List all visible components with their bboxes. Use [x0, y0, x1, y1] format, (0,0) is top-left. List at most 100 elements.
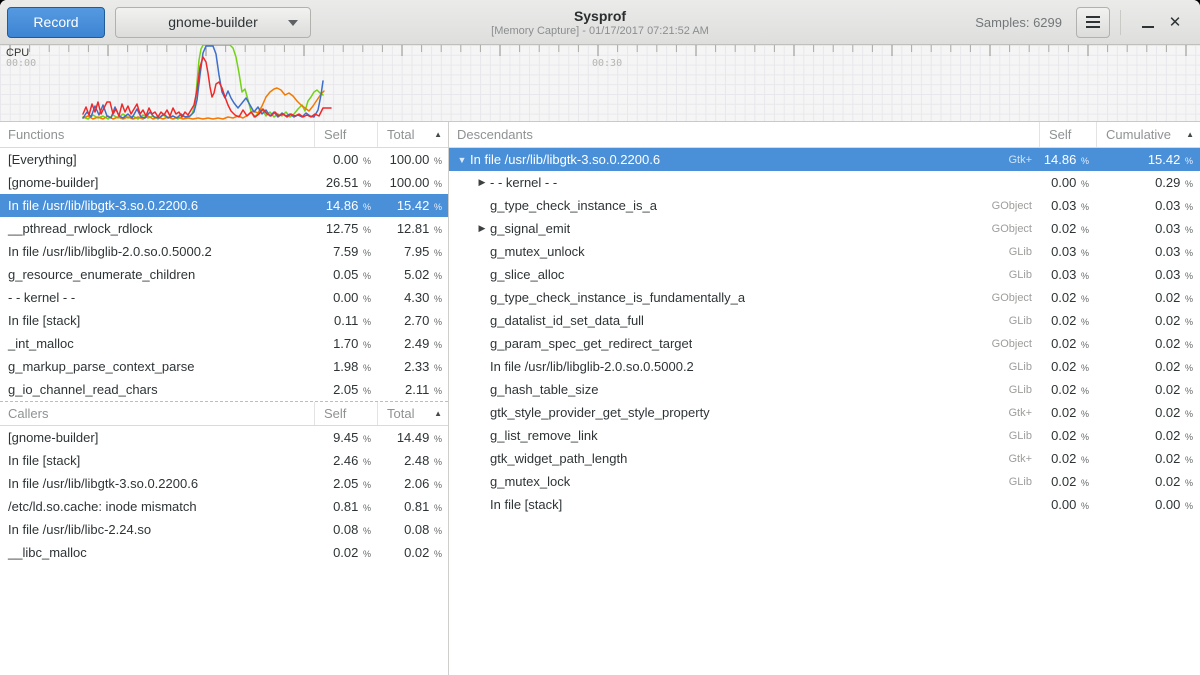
- functions-row[interactable]: - - kernel - -0.00 %4.30 %: [0, 286, 448, 309]
- library-category-label: GLib: [1009, 315, 1040, 327]
- functions-table-header: Functions Self Total ▲: [0, 122, 448, 148]
- callers-row[interactable]: In file /usr/lib/libc-2.24.so0.08 %0.08 …: [0, 518, 448, 541]
- self-percent: 1.98 %: [315, 359, 378, 374]
- percent-sign: %: [363, 526, 371, 536]
- self-percent: 0.02 %: [1040, 359, 1097, 374]
- functions-row[interactable]: _int_malloc1.70 %2.49 %: [0, 332, 448, 355]
- target-dropdown-label: gnome-builder: [168, 14, 258, 30]
- descendants-row[interactable]: ▶- - kernel - -0.00 %0.29 %: [449, 171, 1200, 194]
- descendants-row[interactable]: gtk_widget_path_lengthGtk+0.02 %0.02 %: [449, 447, 1200, 470]
- callers-row[interactable]: __libc_malloc0.02 %0.02 %: [0, 541, 448, 564]
- descendants-row[interactable]: g_type_check_instance_is_aGObject0.03 %0…: [449, 194, 1200, 217]
- functions-row[interactable]: [gnome-builder]26.51 %100.00 %: [0, 171, 448, 194]
- sort-ascending-icon: ▲: [434, 130, 442, 139]
- library-category-label: GLib: [1009, 246, 1040, 258]
- callers-row[interactable]: In file [stack]2.46 %2.48 %: [0, 449, 448, 472]
- functions-row[interactable]: In file [stack]0.11 %2.70 %: [0, 309, 448, 332]
- percent-sign: %: [363, 156, 371, 166]
- self-percent: 0.02 %: [1040, 221, 1097, 236]
- percent-sign: %: [1081, 432, 1089, 442]
- total-percent: 4.30 %: [378, 290, 448, 305]
- total-percent: 2.06 %: [378, 476, 448, 491]
- function-name: g_type_check_instance_is_fundamentally_a: [490, 290, 745, 305]
- descendants-column-header[interactable]: Descendants: [449, 122, 1040, 147]
- functions-total-column-header[interactable]: Total ▲: [378, 122, 448, 147]
- expander-closed-icon[interactable]: ▶: [474, 223, 490, 234]
- cumulative-percent: 0.29 %: [1097, 175, 1200, 190]
- callers-row[interactable]: [gnome-builder]9.45 %14.49 %: [0, 426, 448, 449]
- cpu-timeline-graph[interactable]: CPU 00:0000:30: [0, 45, 1200, 122]
- window-subtitle: [Memory Capture] - 01/17/2017 07:21:52 A…: [491, 24, 709, 38]
- percent-sign: %: [1185, 294, 1193, 304]
- descendants-row[interactable]: g_slice_allocGLib0.03 %0.03 %: [449, 263, 1200, 286]
- self-percent: 9.45 %: [315, 430, 378, 445]
- functions-row[interactable]: g_resource_enumerate_children0.05 %5.02 …: [0, 263, 448, 286]
- hamburger-icon: [1086, 16, 1100, 18]
- record-button[interactable]: Record: [7, 7, 105, 38]
- close-button[interactable]: ✕: [1163, 7, 1193, 37]
- function-name: __libc_malloc: [0, 545, 315, 560]
- self-percent: 0.02 %: [1040, 313, 1097, 328]
- self-percent: 12.75 %: [315, 221, 378, 236]
- percent-sign: %: [1185, 432, 1193, 442]
- function-name: In file [stack]: [0, 313, 315, 328]
- function-name: gtk_style_provider_get_style_property: [490, 405, 710, 420]
- minimize-button[interactable]: [1133, 7, 1163, 37]
- function-name: [gnome-builder]: [0, 175, 315, 190]
- total-percent: 0.81 %: [378, 499, 448, 514]
- descendants-self-column-header[interactable]: Self: [1040, 122, 1097, 147]
- function-name: In file /usr/lib/libgtk-3.so.0.2200.6: [0, 476, 315, 491]
- total-percent: 15.42 %: [378, 198, 448, 213]
- descendants-row[interactable]: g_type_check_instance_is_fundamentally_a…: [449, 286, 1200, 309]
- callers-table-header: Callers Self Total ▲: [0, 402, 448, 426]
- descendants-row[interactable]: gtk_style_provider_get_style_propertyGtk…: [449, 401, 1200, 424]
- functions-row[interactable]: In file /usr/lib/libgtk-3.so.0.2200.614.…: [0, 194, 448, 217]
- callers-total-column-header[interactable]: Total ▲: [378, 402, 448, 425]
- self-percent: 0.02 %: [1040, 451, 1097, 466]
- total-percent: 2.70 %: [378, 313, 448, 328]
- target-dropdown[interactable]: gnome-builder: [115, 7, 311, 38]
- percent-sign: %: [1081, 179, 1089, 189]
- total-percent: 2.33 %: [378, 359, 448, 374]
- cumulative-percent: 0.03 %: [1097, 244, 1200, 259]
- descendants-row[interactable]: In file [stack]0.00 %0.00 %: [449, 493, 1200, 516]
- percent-sign: %: [363, 503, 371, 513]
- descendants-row[interactable]: In file /usr/lib/libglib-2.0.so.0.5000.2…: [449, 355, 1200, 378]
- callers-self-column-header[interactable]: Self: [315, 402, 378, 425]
- functions-row[interactable]: [Everything]0.00 %100.00 %: [0, 148, 448, 171]
- percent-sign: %: [363, 340, 371, 350]
- functions-self-column-header[interactable]: Self: [315, 122, 378, 147]
- function-name: g_hash_table_size: [490, 382, 598, 397]
- functions-row[interactable]: In file /usr/lib/libglib-2.0.so.0.5000.2…: [0, 240, 448, 263]
- functions-row[interactable]: __pthread_rwlock_rdlock12.75 %12.81 %: [0, 217, 448, 240]
- expander-open-icon[interactable]: ▼: [454, 155, 470, 165]
- callers-row[interactable]: In file /usr/lib/libgtk-3.so.0.2200.6 2.0…: [0, 472, 448, 495]
- descendants-row[interactable]: ▶g_signal_emitGObject0.02 %0.03 %: [449, 217, 1200, 240]
- percent-sign: %: [434, 271, 442, 281]
- descendants-row[interactable]: ▼In file /usr/lib/libgtk-3.so.0.2200.6Gt…: [449, 148, 1200, 171]
- menu-button[interactable]: [1076, 7, 1110, 38]
- self-percent: 2.46 %: [315, 453, 378, 468]
- percent-sign: %: [1081, 363, 1089, 373]
- expander-closed-icon[interactable]: ▶: [474, 177, 490, 188]
- descendants-row[interactable]: g_list_remove_linkGLib0.02 %0.02 %: [449, 424, 1200, 447]
- cumulative-percent: 0.02 %: [1097, 313, 1200, 328]
- function-name: In file [stack]: [490, 497, 562, 512]
- descendants-row[interactable]: g_param_spec_get_redirect_targetGObject0…: [449, 332, 1200, 355]
- callers-row[interactable]: /etc/ld.so.cache: inode mismatch0.81 %0.…: [0, 495, 448, 518]
- functions-row[interactable]: g_io_channel_read_chars2.05 %2.11 %: [0, 378, 448, 401]
- total-percent: 7.95 %: [378, 244, 448, 259]
- descendants-row[interactable]: g_hash_table_sizeGLib0.02 %0.02 %: [449, 378, 1200, 401]
- descendants-row[interactable]: g_mutex_unlockGLib0.03 %0.03 %: [449, 240, 1200, 263]
- percent-sign: %: [1081, 455, 1089, 465]
- percent-sign: %: [363, 480, 371, 490]
- descendants-cumulative-column-header[interactable]: Cumulative ▲: [1097, 122, 1200, 147]
- percent-sign: %: [434, 503, 442, 513]
- functions-row[interactable]: g_markup_parse_context_parse1.98 %2.33 %: [0, 355, 448, 378]
- functions-column-header[interactable]: Functions: [0, 122, 315, 147]
- callers-list: [gnome-builder]9.45 %14.49 %In file [sta…: [0, 426, 448, 564]
- callers-column-header[interactable]: Callers: [0, 402, 315, 425]
- descendants-row[interactable]: g_datalist_id_set_data_fullGLib0.02 %0.0…: [449, 309, 1200, 332]
- total-percent: 2.11 %: [378, 382, 448, 397]
- descendants-row[interactable]: g_mutex_lockGLib0.02 %0.02 %: [449, 470, 1200, 493]
